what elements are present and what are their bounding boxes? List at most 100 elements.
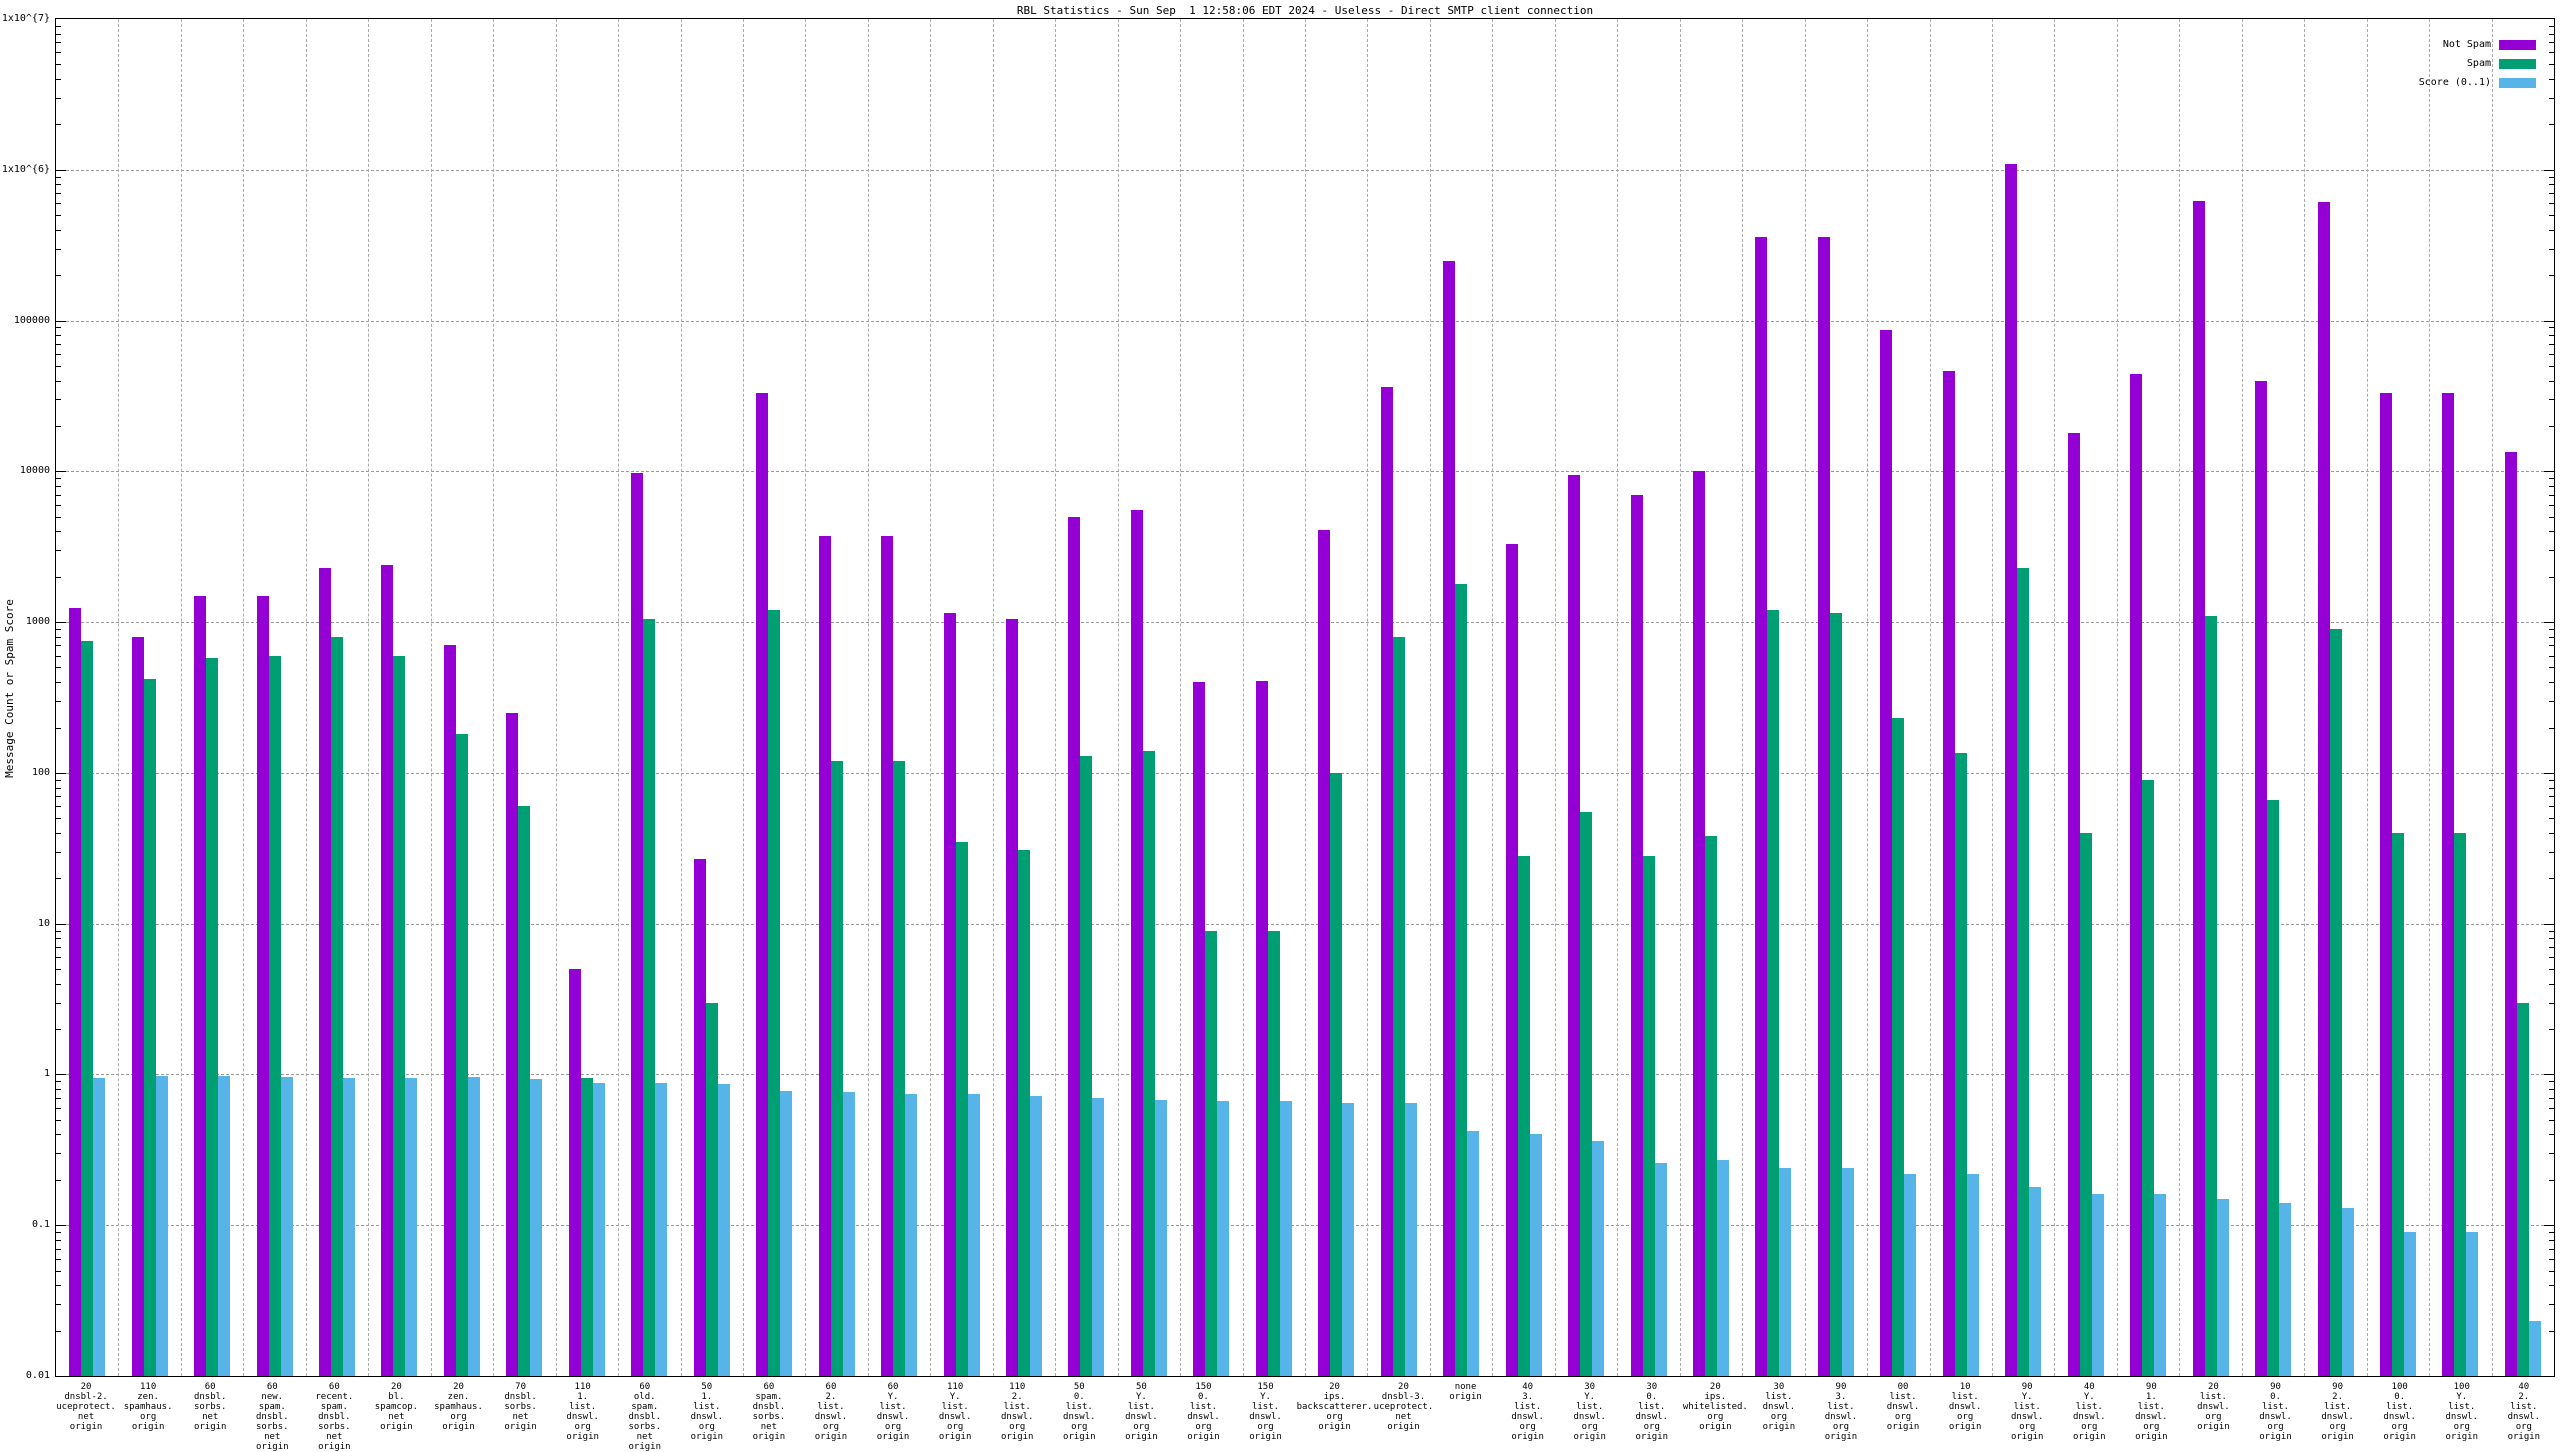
minor-tick-left: [56, 878, 61, 880]
minor-tick-right: [2549, 1002, 2554, 1004]
x-tick-label: 100 0. list. dnswl. org origin: [2383, 1382, 2416, 1442]
y-tick-label: 1x10^{6}: [1, 163, 50, 175]
x-tick-label: 20 zen. spamhaus. org origin: [434, 1382, 483, 1432]
major-tick-left: [56, 622, 66, 624]
bar-group: [2179, 19, 2241, 1376]
bar-spam: [1642, 856, 1655, 1376]
bar-score-0-1: [467, 1077, 480, 1376]
bar-score-0-1: [655, 1082, 668, 1376]
bar-group: [868, 19, 930, 1376]
minor-tick-right: [2549, 25, 2554, 27]
minor-tick-right: [2549, 335, 2554, 337]
minor-tick-right: [2549, 1239, 2554, 1241]
bar-not-spam: [2442, 393, 2455, 1376]
major-tick-left: [56, 320, 66, 322]
bar-spam: [1080, 755, 1093, 1376]
bar-spam: [2516, 1002, 2529, 1376]
bar-spam: [206, 657, 219, 1376]
bar-not-spam: [2504, 451, 2517, 1376]
minor-tick-left: [56, 64, 61, 66]
minor-tick-right: [2549, 700, 2554, 702]
minor-tick-right: [2549, 79, 2554, 80]
bar-not-spam: [2067, 432, 2080, 1376]
minor-tick-right: [2549, 425, 2554, 427]
x-tick-label: 100 Y. list. dnswl. org origin: [2445, 1382, 2478, 1442]
minor-tick-left: [56, 1285, 61, 1287]
x-tick-label: 90 2. list. dnswl. org origin: [2321, 1382, 2354, 1442]
major-tick-right: [2544, 320, 2554, 322]
minor-tick-right: [2549, 485, 2554, 487]
minor-tick-left: [56, 1330, 61, 1332]
y-tick-label: 1x10^{7}: [1, 13, 50, 24]
bar-group: [993, 19, 1055, 1376]
minor-tick-right: [2549, 124, 2554, 126]
x-tick-label: 90 Y. list. dnswl. org origin: [2010, 1382, 2044, 1442]
minor-tick-right: [2549, 531, 2554, 533]
bar-group: [743, 19, 805, 1376]
minor-tick-right: [2549, 636, 2554, 638]
minor-tick-right: [2549, 504, 2554, 506]
bar-spam: [2267, 800, 2280, 1376]
bar-not-spam: [693, 858, 706, 1376]
chart-title: RBL Statistics - Sun Sep 1 12:58:06 EDT …: [1016, 4, 1594, 17]
bar-not-spam: [756, 393, 769, 1376]
legend-swatch: [2499, 77, 2536, 88]
minor-tick-left: [56, 1153, 61, 1155]
legend-label: Not Spam: [2442, 39, 2491, 50]
bar-spam: [143, 678, 156, 1376]
bar-spam: [1829, 612, 1842, 1376]
bar-not-spam: [1130, 510, 1143, 1376]
minor-tick-right: [2549, 818, 2554, 820]
bar-group: [1492, 19, 1554, 1376]
legend-row: Not Spam: [2419, 39, 2536, 50]
bar-score-0-1: [2466, 1232, 2479, 1376]
minor-tick-left: [56, 124, 61, 126]
major-tick-right: [2544, 772, 2554, 774]
x-tick-label: 20 bl. spamcop. net origin: [374, 1382, 419, 1432]
minor-tick-right: [2549, 42, 2554, 44]
minor-tick-left: [56, 478, 61, 480]
major-tick-right: [2544, 471, 2554, 473]
minor-tick-right: [2549, 478, 2554, 480]
minor-tick-left: [56, 1134, 61, 1136]
bar-not-spam: [1505, 543, 1518, 1376]
y-tick-labels: 1x10^{7} 1x10^{6} 100000 10000 1000 100 10 1 0.1…: [0, 14, 50, 1381]
bar-score-0-1: [2341, 1208, 2354, 1376]
bar-score-0-1: [717, 1083, 730, 1376]
bar-not-spam: [2192, 201, 2205, 1376]
bar-not-spam: [69, 607, 82, 1376]
minor-tick-left: [56, 425, 61, 427]
bar-group: [431, 19, 493, 1376]
minor-tick-left: [56, 550, 61, 552]
x-tick-label: 90 1. list. dnswl. org origin: [2135, 1382, 2168, 1442]
bar-not-spam: [1880, 329, 1893, 1376]
minor-tick-left: [56, 957, 61, 959]
minor-tick-left: [56, 779, 61, 781]
bar-group: [1992, 19, 2054, 1376]
minor-tick-right: [2549, 1330, 2554, 1332]
minor-tick-right: [2549, 983, 2554, 985]
minor-tick-right: [2549, 380, 2554, 382]
minor-tick-left: [56, 1002, 61, 1004]
bar-not-spam: [256, 595, 269, 1376]
bar-spam: [1892, 718, 1905, 1376]
bar-group: [181, 19, 243, 1376]
minor-tick-right: [2549, 343, 2554, 345]
minor-tick-left: [56, 938, 61, 940]
minor-tick-right: [2549, 203, 2554, 205]
bar-not-spam: [319, 567, 332, 1376]
minor-tick-left: [56, 1097, 61, 1099]
major-tick-right: [2544, 1376, 2554, 1377]
legend-row: Score (0..1): [2419, 77, 2536, 88]
bar-spam: [643, 618, 656, 1376]
y-tick-label: 1000: [25, 616, 50, 628]
bar-not-spam: [943, 612, 956, 1376]
minor-tick-right: [2549, 176, 2554, 178]
x-tick-label: 30 0. list. dnswl. org origin: [1635, 1382, 1669, 1442]
minor-tick-right: [2549, 365, 2554, 367]
x-tick-label: 20 dnsbl-3. uceprotect. net origin: [1373, 1382, 1434, 1432]
bar-score-0-1: [967, 1094, 980, 1376]
minor-tick-left: [56, 947, 61, 949]
x-tick-label: 150 Y. list. dnswl. org origin: [1249, 1382, 1282, 1442]
minor-tick-left: [56, 327, 61, 329]
